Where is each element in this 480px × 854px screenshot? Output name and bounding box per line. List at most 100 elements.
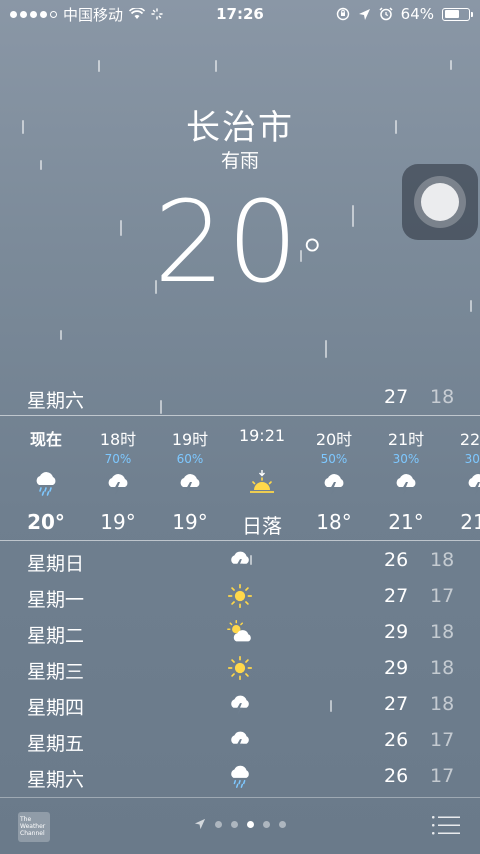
hour-item: 18时 70% 19° [88,416,148,534]
thunderstorm-icon [160,468,220,498]
thunderstorm-icon [231,551,249,572]
hour-item: 19时 60% 19° [160,416,220,534]
day-low: 17 [430,729,455,751]
hour-precip: 70% [104,452,132,466]
hour-item: 20时 50% 18° [304,416,364,534]
day-name: 星期五 [27,733,85,755]
day-name: 星期二 [27,625,85,647]
rain-cloud-icon [231,765,249,788]
page-dot [263,820,270,828]
today-low: 18 [430,386,455,408]
hour-time: 22时 [459,430,480,449]
day-high: 26 [384,549,409,571]
hour-precip: 60% [176,452,204,466]
battery-icon [442,7,473,21]
hour-temp: 20° [27,510,65,534]
thunderstorm-icon [448,468,480,498]
location-arrow-icon [194,818,206,830]
thunderstorm-icon [231,695,249,716]
hour-time: 19:21 [238,426,286,445]
hour-precip: 30% [464,452,480,466]
sunset-icon [232,468,292,498]
day-low: 18 [430,621,455,643]
hour-temp: 19° [100,510,136,534]
hour-precip [16,452,76,466]
hour-time: 19时 [171,430,209,449]
hour-precip: 50% [320,452,348,466]
today-high: 27 [384,386,409,408]
day-high: 26 [384,729,409,751]
temperature-value: 20 [153,178,301,308]
thunderstorm-icon [376,468,436,498]
divider-bottom [0,540,480,541]
list-item: 星期四 27 18 [0,686,480,722]
status-right: 64% [336,5,473,23]
day-low: 18 [430,549,455,571]
sun-icon [227,583,253,609]
day-high: 29 [384,621,409,643]
hour-item: 22时 30% 21° [448,416,480,534]
day-name: 星期三 [27,661,85,683]
list-menu-icon[interactable] [432,814,460,836]
status-bar: 中国移动 17:26 64% [0,0,480,28]
day-high: 26 [384,765,409,787]
day-high: 27 [384,585,409,607]
page-dot [215,820,222,828]
thunderstorm-icon [88,468,148,498]
hour-item: 现在 20° [16,416,76,534]
location-arrow-icon [358,8,370,20]
list-item: 星期三 29 18 [0,650,480,686]
day-name: 星期四 [27,697,85,719]
hour-item: 21时 30% 21° [376,416,436,534]
day-name: 星期六 [27,769,85,791]
list-item: 星期五 26 17 [0,722,480,758]
hour-precip: 30% [392,452,420,466]
day-name: 星期一 [27,589,85,611]
hour-precip [232,452,292,466]
day-low: 18 [430,657,455,679]
day-high: 27 [384,693,409,715]
daily-forecast: 星期日 26 18 星期一 27 17 星期二 29 18 星期三 29 18 … [0,542,480,794]
hourly-forecast[interactable]: 现在 20° 18时 70% 19° 19时 60% 19° 19:21 日落 … [0,416,480,540]
day-high: 29 [384,657,409,679]
hour-temp: 21° [460,510,480,534]
hour-time: 18时 [99,430,137,449]
partly-cloudy-icon [227,620,251,642]
page-dot [231,820,238,828]
list-item: 星期二 29 18 [0,614,480,650]
today-day: 星期六 [27,390,85,412]
orientation-lock-icon [336,7,349,21]
hour-time: 20时 [315,430,353,449]
degree-symbol: ° [300,229,327,285]
today-summary: 星期六 27 18 [0,378,480,416]
thunderstorm-icon [304,468,364,498]
hour-time: 21时 [387,430,425,449]
bottom-toolbar: The Weather Channel [0,798,480,854]
assistive-touch-ring [414,176,466,228]
thunderstorm-icon [231,731,249,752]
day-low: 18 [430,693,455,715]
list-item: 星期一 27 17 [0,578,480,614]
city-name: 长治市 [186,108,294,148]
hour-sunset-label: 日落 [242,514,282,538]
sun-icon [227,655,253,681]
hour-temp: 18° [316,510,352,534]
day-name: 星期日 [27,553,85,575]
assistive-touch-button[interactable] [402,164,478,240]
day-low: 17 [430,765,455,787]
alarm-clock-icon [379,7,393,21]
battery-percentage: 64% [400,5,434,23]
hour-temp: 21° [388,510,424,534]
battery-fill [444,10,460,18]
page-dot-active [247,820,254,828]
hour-temp: 19° [172,510,208,534]
list-item: 星期六 26 17 [0,758,480,794]
assistive-touch-core [421,183,459,221]
page-dot [279,820,286,828]
rain-cloud-icon [16,468,76,498]
hour-item: 19:21 日落 [232,416,292,539]
day-low: 17 [430,585,455,607]
hour-time: 现在 [29,430,62,449]
list-item: 星期日 26 18 [0,542,480,578]
page-indicator[interactable] [0,818,480,830]
